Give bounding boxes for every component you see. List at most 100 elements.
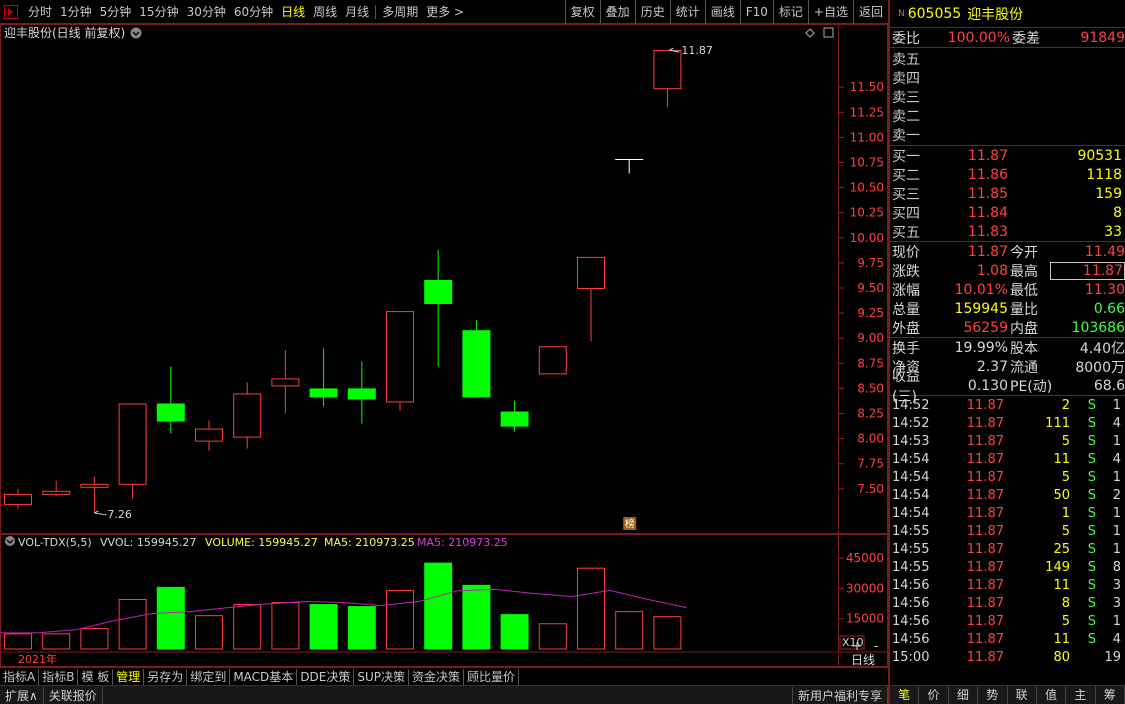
toolbar-button-5[interactable]: F10 [739, 0, 773, 24]
indicator-tab-6[interactable]: MACD基本 [230, 668, 298, 685]
buy-row[interactable]: 买五 11.83 33 [890, 222, 1125, 241]
candle[interactable] [80, 476, 109, 513]
volume-bar[interactable] [500, 614, 529, 650]
volume-bar[interactable] [462, 584, 491, 650]
indicator-tab-3[interactable]: 管理 [113, 668, 145, 685]
volume-bar[interactable] [577, 567, 605, 650]
chevron-down-icon[interactable] [5, 536, 15, 546]
volume-bar[interactable] [615, 611, 644, 650]
panel-tab-6[interactable]: 主 [1066, 686, 1096, 704]
chart-title[interactable]: 迎丰股份(日线 前复权) [4, 25, 125, 40]
candle[interactable] [156, 366, 185, 434]
square-icon[interactable] [823, 27, 834, 38]
volume-bar[interactable] [653, 616, 682, 650]
zoom-out-button[interactable]: - [874, 639, 878, 653]
candle[interactable] [4, 488, 32, 509]
indicator-tab-8[interactable]: SUP决策 [354, 668, 410, 685]
panel-tab-1[interactable]: 价 [919, 686, 949, 704]
toolbar-button-3[interactable]: 统计 [669, 0, 705, 24]
candle[interactable] [615, 158, 644, 174]
period-tab-10[interactable]: 更多 > [422, 0, 468, 24]
buy-row[interactable]: 买三 11.85 159 [890, 184, 1125, 203]
panel-tab-2[interactable]: 细 [949, 686, 979, 704]
volume-bar[interactable] [233, 604, 262, 650]
candle[interactable] [386, 311, 414, 411]
period-tab-2[interactable]: 5分钟 [96, 0, 136, 24]
volume-bar[interactable] [195, 615, 223, 650]
period-tab-7[interactable]: 周线 [309, 0, 341, 24]
candle[interactable] [271, 350, 300, 414]
volume-bar[interactable] [156, 586, 185, 650]
period-tab-1[interactable]: 1分钟 [56, 0, 96, 24]
zoom-in-button[interactable]: + [852, 639, 862, 653]
toolbar-button-4[interactable]: 画线 [704, 0, 740, 24]
new-user-benefit-link[interactable]: 新用户福利专享 [791, 686, 888, 704]
candle[interactable] [309, 348, 338, 407]
period-tab-4[interactable]: 30分钟 [183, 0, 230, 24]
toolbar-button-2[interactable]: 历史 [634, 0, 670, 24]
volume-bar[interactable] [118, 599, 147, 650]
indicator-tab-9[interactable]: 资金决策 [409, 668, 465, 685]
candle[interactable] [195, 420, 223, 451]
panel-tab-0[interactable]: 笔 [890, 686, 920, 704]
indicator-tab-1[interactable]: 指标B [39, 668, 79, 685]
indicator-tab-10[interactable]: 顾比量价 [464, 668, 520, 685]
volume-bar[interactable] [80, 627, 109, 650]
volume-bar[interactable] [424, 562, 453, 650]
diamond-icon[interactable] [805, 28, 815, 38]
candle[interactable] [538, 346, 567, 375]
toolbar-button-1[interactable]: 叠加 [599, 0, 635, 24]
stock-code[interactable]: 605055 [908, 6, 961, 22]
volume-bar[interactable] [386, 589, 414, 650]
menu-icon[interactable] [4, 4, 18, 19]
chevron-down-icon[interactable] [130, 27, 142, 39]
candle[interactable] [233, 382, 262, 449]
period-tab-3[interactable]: 15分钟 [135, 0, 182, 24]
volume-chart[interactable]: VOL-TDX(5,5) VVOL: 159945.27 VOLUME: 15994… [0, 534, 888, 667]
toolbar-button-6[interactable]: 标记 [772, 0, 808, 24]
toolbar-button-7[interactable]: +自选 [807, 0, 853, 24]
volume-bar[interactable] [347, 606, 376, 650]
expand-button[interactable]: 扩展∧ [0, 686, 44, 704]
indicator-tab-7[interactable]: DDE决策 [297, 668, 355, 685]
period-tab-5[interactable]: 60分钟 [230, 0, 277, 24]
tick-list[interactable]: 14:52 11.87 2 S 1 14:52 11.87 111 S 4 14:53 11.87 5 S… [890, 396, 1125, 666]
period-label[interactable]: 日线 [851, 653, 875, 667]
volume-bar[interactable] [4, 633, 32, 650]
candle[interactable] [118, 403, 147, 499]
period-tab-6[interactable]: 日线 [277, 0, 309, 24]
toolbar-button-8[interactable]: 返回 [852, 0, 888, 24]
volume-bar[interactable] [538, 623, 567, 650]
buy-price: 11.83 [967, 223, 1008, 240]
candle[interactable] [500, 400, 529, 432]
candle[interactable] [42, 480, 71, 496]
buy-row[interactable]: 买一 11.87 90531 [890, 146, 1125, 165]
related-quote-button[interactable]: 关联报价 [44, 686, 103, 704]
buy-row[interactable]: 买四 11.84 8 [890, 203, 1125, 222]
candle[interactable] [462, 320, 491, 398]
panel-tab-5[interactable]: 值 [1037, 686, 1067, 704]
toolbar-button-0[interactable]: 复权 [564, 0, 600, 24]
indicator-tab-4[interactable]: 另存为 [144, 668, 188, 685]
kline-chart[interactable]: 迎丰股份(日线 前复权) 11.50 11.25 11.00 10.75 10.50 10.… [0, 24, 888, 534]
buy-row[interactable]: 买二 11.86 1118 [890, 165, 1125, 184]
candle[interactable] [424, 249, 453, 367]
panel-tab-4[interactable]: 联 [1008, 686, 1037, 704]
indicator-tab-2[interactable]: 模 板 [78, 668, 114, 685]
indicator-tab-5[interactable]: 绑定到 [187, 668, 231, 685]
volume-bar[interactable] [271, 602, 300, 650]
panel-tab-7[interactable]: 筹 [1096, 686, 1125, 704]
volume-bar[interactable] [42, 633, 71, 650]
period-tab-0[interactable]: 分时 [24, 0, 56, 24]
period-tab-9[interactable]: 多周期 [378, 0, 422, 24]
indicator-tab-0[interactable]: 指标A [0, 668, 40, 685]
tick-side: S [1087, 541, 1096, 557]
candle[interactable] [653, 50, 682, 108]
panel-tab-3[interactable]: 势 [978, 686, 1008, 704]
stock-name[interactable]: 迎丰股份 [967, 4, 1023, 24]
candle[interactable] [347, 361, 376, 424]
candle[interactable] [577, 256, 605, 342]
volume-bar[interactable] [309, 604, 338, 650]
period-tab-8[interactable]: 月线 [341, 0, 373, 24]
rank-badge[interactable]: 榜 [625, 518, 635, 531]
